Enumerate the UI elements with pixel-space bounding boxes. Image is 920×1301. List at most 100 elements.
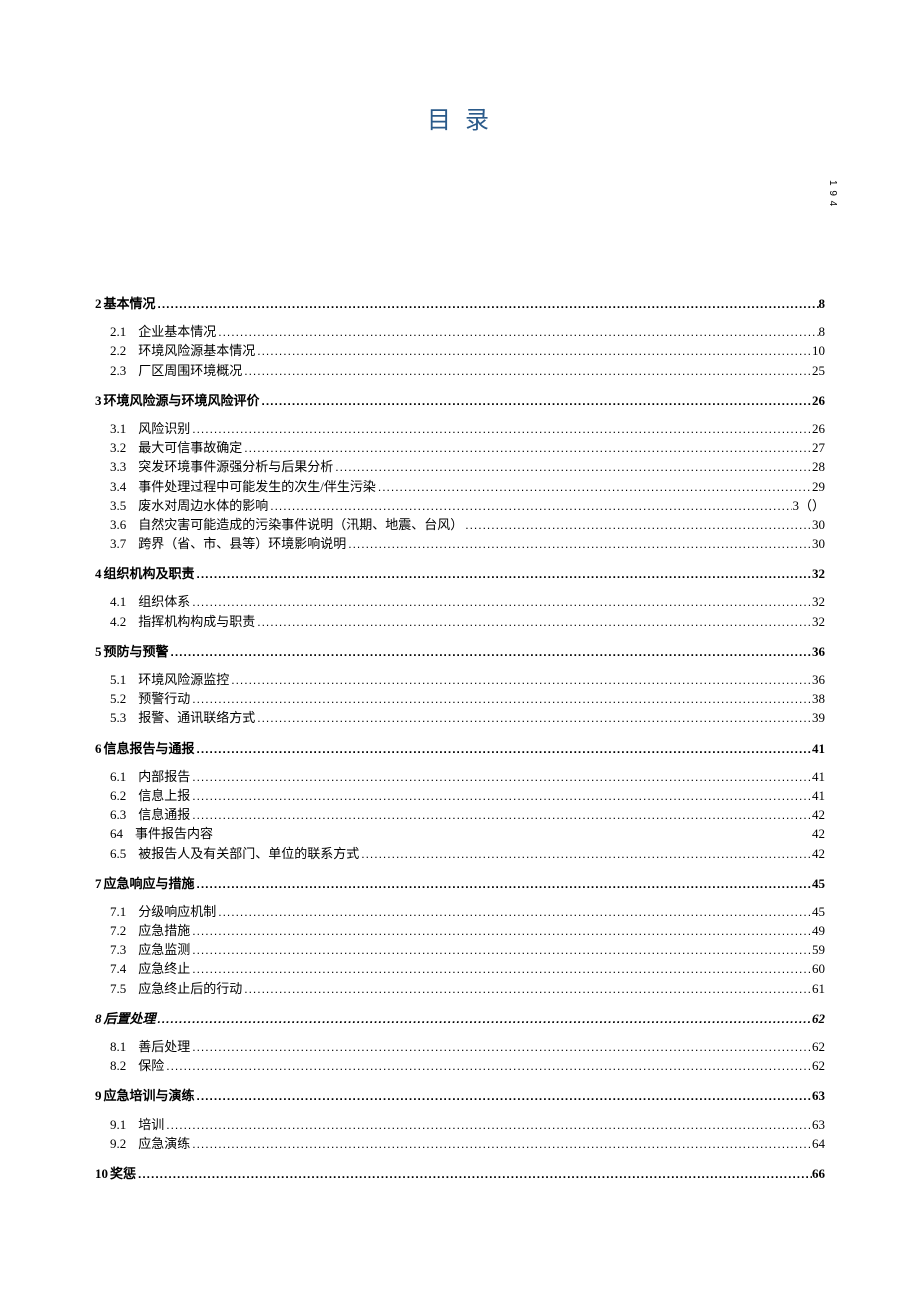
toc-label: 应急演练 bbox=[138, 1135, 190, 1153]
toc-entry: 5.1环境风险源监控36 bbox=[95, 671, 825, 689]
toc-page-number: 42 bbox=[812, 806, 825, 824]
toc-number: 2 bbox=[95, 295, 102, 313]
toc-entry: 9应急培训与演练63 bbox=[95, 1087, 825, 1105]
toc-page-number: 42 bbox=[812, 845, 825, 863]
toc-entry: 4.2指挥机构构成与职责32 bbox=[95, 613, 825, 631]
table-of-contents: 2基本情况82.1企业基本情况82.2环境风险源基本情况102.3厂区周围环境概… bbox=[95, 295, 825, 1183]
toc-entry: 6.2信息上报41 bbox=[95, 787, 825, 805]
toc-page-number: 42 bbox=[812, 825, 825, 843]
toc-entry: 7.4应急终止 60 bbox=[95, 960, 825, 978]
toc-page-number: 8 bbox=[819, 295, 826, 313]
toc-number: 3.3 bbox=[110, 458, 126, 476]
toc-label: 组织机构及职责 bbox=[104, 565, 195, 583]
toc-page-number: 45 bbox=[812, 875, 825, 893]
toc-label: 环境风险源监控 bbox=[138, 671, 229, 689]
toc-entry: 7.5应急终止后的行动61 bbox=[95, 980, 825, 998]
toc-entry: 8.1善后处理62 bbox=[95, 1038, 825, 1056]
toc-number: 4.2 bbox=[110, 613, 126, 631]
toc-page-number: 8 bbox=[819, 323, 826, 341]
toc-number: 2.2 bbox=[110, 342, 126, 360]
toc-entry: 5预防与预警36 bbox=[95, 643, 825, 661]
toc-label: 应急培训与演练 bbox=[104, 1087, 195, 1105]
toc-label: 废水对周边水体的影响 bbox=[138, 497, 268, 515]
toc-label: 事件报告内容 bbox=[135, 825, 213, 843]
toc-number: 9 bbox=[95, 1087, 102, 1105]
toc-leader-dots bbox=[190, 942, 812, 959]
toc-entry: 8后置处理62 bbox=[95, 1010, 825, 1028]
toc-label: 风险识别 bbox=[138, 420, 190, 438]
toc-leader-dots bbox=[195, 876, 812, 893]
toc-leader-dots bbox=[136, 1166, 812, 1183]
toc-number: 8 bbox=[95, 1010, 102, 1028]
toc-page-number: 29 bbox=[812, 478, 825, 496]
toc-label: 环境风险源与环境风险评价 bbox=[104, 392, 260, 410]
toc-leader-dots bbox=[260, 393, 812, 410]
toc-page-number: 41 bbox=[812, 768, 825, 786]
toc-leader-dots bbox=[190, 961, 812, 978]
toc-leader-dots bbox=[190, 594, 812, 611]
toc-number: 4.1 bbox=[110, 593, 126, 611]
toc-number: 5 bbox=[95, 643, 102, 661]
toc-entry: 64 事件报告内容 42 bbox=[95, 825, 825, 843]
toc-number: 7.3 bbox=[110, 941, 126, 959]
toc-number: 3.4 bbox=[110, 478, 126, 496]
toc-entry: 2基本情况8 bbox=[95, 295, 825, 313]
toc-leader-dots bbox=[195, 741, 812, 758]
toc-number: 6.1 bbox=[110, 768, 126, 786]
toc-page-number: 39 bbox=[812, 709, 825, 727]
toc-leader-dots bbox=[164, 1058, 812, 1075]
toc-label: 分级响应机制 bbox=[138, 903, 216, 921]
toc-label: 应急终止后的行动 bbox=[138, 980, 242, 998]
toc-page-number: 32 bbox=[812, 613, 825, 631]
toc-entry: 7.2应急措施49 bbox=[95, 922, 825, 940]
toc-number: 10 bbox=[95, 1165, 108, 1183]
toc-entry: 2.2环境风险源基本情况10 bbox=[95, 342, 825, 360]
toc-leader-dots bbox=[190, 807, 812, 824]
toc-leader-dots bbox=[333, 459, 812, 476]
toc-number: 3.2 bbox=[110, 439, 126, 457]
toc-leader-dots bbox=[190, 1039, 812, 1056]
toc-number: 4 bbox=[95, 565, 102, 583]
toc-entry: 2.3厂区周围环境概况25 bbox=[95, 362, 825, 380]
toc-label: 报警、通讯联络方式 bbox=[138, 709, 255, 727]
toc-entry: 3.7跨界（省、市、县等）环境影响说明30 bbox=[95, 535, 825, 553]
toc-leader-dots bbox=[169, 644, 812, 661]
toc-label: 事件处理过程中可能发生的次生/伴生污染 bbox=[138, 478, 376, 496]
toc-label: 被报告人及有关部门、单位的联系方式 bbox=[138, 845, 359, 863]
toc-label: 信息上报 bbox=[138, 787, 190, 805]
toc-label: 突发环境事件源强分析与后果分析 bbox=[138, 458, 333, 476]
toc-number: 7.5 bbox=[110, 980, 126, 998]
toc-label: 厂区周围环境概况 bbox=[138, 362, 242, 380]
toc-page-number: 38 bbox=[812, 690, 825, 708]
toc-number: 9.1 bbox=[110, 1116, 126, 1134]
toc-page-number: 25 bbox=[812, 362, 825, 380]
toc-number: 8.1 bbox=[110, 1038, 126, 1056]
toc-label: 应急监测 bbox=[138, 941, 190, 959]
toc-entry: 3.2最大可信事故确定27 bbox=[95, 439, 825, 457]
toc-number: 6.3 bbox=[110, 806, 126, 824]
toc-leader-dots bbox=[346, 536, 812, 553]
toc-leader-dots bbox=[376, 479, 812, 496]
toc-number: 6.2 bbox=[110, 787, 126, 805]
toc-label: 善后处理 bbox=[138, 1038, 190, 1056]
toc-entry: 6信息报告与通报41 bbox=[95, 740, 825, 758]
toc-leader-dots bbox=[242, 981, 812, 998]
toc-label: 奖惩 bbox=[110, 1165, 136, 1183]
toc-page-number: 60 bbox=[812, 960, 825, 978]
toc-number: 3.1 bbox=[110, 420, 126, 438]
toc-number: 2.1 bbox=[110, 323, 126, 341]
toc-leader-dots bbox=[190, 788, 812, 805]
toc-leader-dots bbox=[229, 672, 812, 689]
toc-label: 最大可信事故确定 bbox=[138, 439, 242, 457]
toc-entry: 5.2预警行动38 bbox=[95, 690, 825, 708]
toc-page-number: 32 bbox=[812, 593, 825, 611]
toc-page-number: 62 bbox=[812, 1010, 825, 1028]
toc-page-number: 49 bbox=[812, 922, 825, 940]
toc-page-number: 36 bbox=[812, 671, 825, 689]
toc-number: 3 bbox=[95, 392, 102, 410]
toc-leader-dots bbox=[216, 904, 812, 921]
document-page: 目 录 1 9 4 2基本情况82.1企业基本情况82.2环境风险源基本情况10… bbox=[0, 0, 920, 1253]
toc-number: 7.1 bbox=[110, 903, 126, 921]
toc-number: 64 bbox=[110, 825, 123, 843]
toc-leader-dots bbox=[242, 440, 812, 457]
